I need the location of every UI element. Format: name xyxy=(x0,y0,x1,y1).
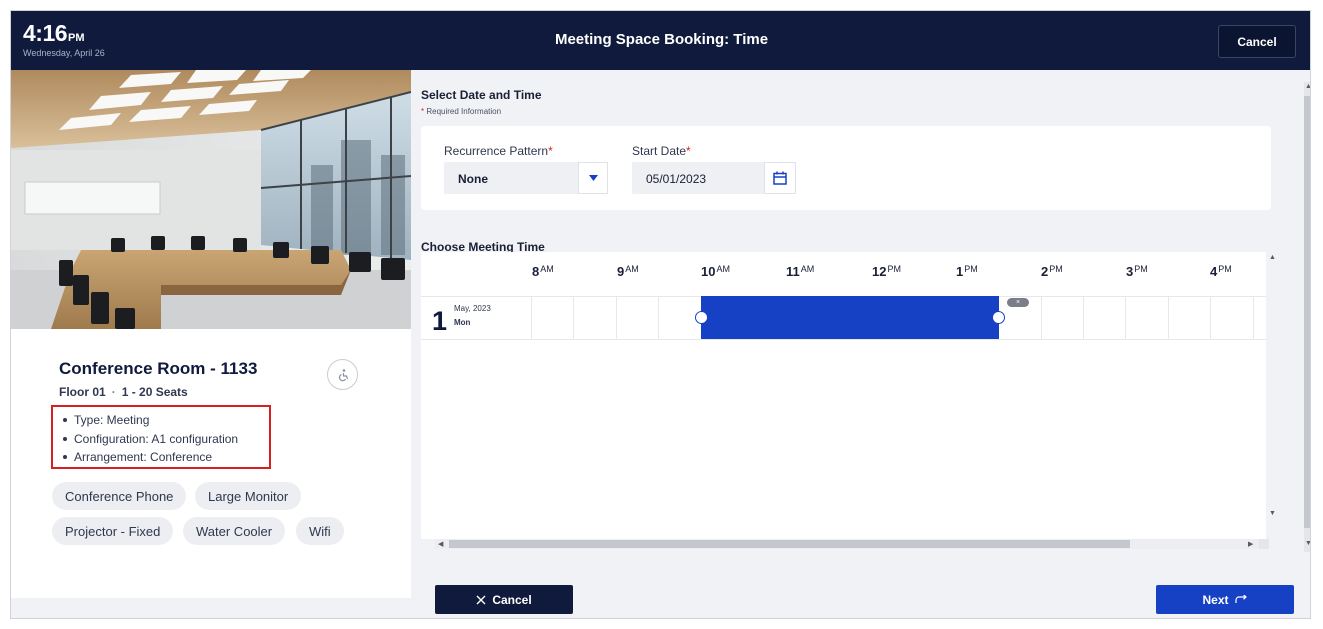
required-note: * Required Information xyxy=(421,107,502,116)
caret-down-icon xyxy=(588,175,598,181)
room-arrangement: Arrangement: Conference xyxy=(61,448,269,467)
room-floor: Floor 01 xyxy=(59,385,106,399)
selected-time-block[interactable] xyxy=(701,296,999,339)
scroll-up-arrow-icon[interactable]: ▲ xyxy=(1269,254,1276,261)
time-slot[interactable] xyxy=(1125,296,1168,339)
page-scroll-up-icon[interactable]: ▲ xyxy=(1305,83,1310,90)
time-slot[interactable] xyxy=(1210,296,1253,339)
top-bar: 4:16PM Wednesday, April 26 Meeting Space… xyxy=(11,11,1310,70)
room-type: Type: Meeting xyxy=(61,411,269,430)
amenity-chip: Projector - Fixed xyxy=(52,517,174,545)
room-seats: 1 - 20 Seats xyxy=(121,385,188,399)
time-slot[interactable] xyxy=(1168,296,1210,339)
amenity-chip: Wifi xyxy=(296,517,344,545)
select-date-time-title: Select Date and Time xyxy=(421,88,542,102)
time-slot[interactable] xyxy=(531,296,573,339)
time-grid: 8AM 9AM 10AM 11AM 12PM 1PM 2PM 3PM 4PM 1… xyxy=(421,252,1266,539)
close-icon xyxy=(476,595,486,604)
recurrence-label: Recurrence Pattern* xyxy=(444,144,553,158)
start-time-handle[interactable] xyxy=(695,311,708,324)
time-slot[interactable] xyxy=(1253,296,1266,339)
day-weekday: Mon xyxy=(454,318,471,327)
scroll-down-arrow-icon[interactable]: ▼ xyxy=(1269,510,1276,517)
room-photo xyxy=(11,70,411,329)
recurrence-select[interactable]: None xyxy=(444,162,608,194)
hour-label: 8AM xyxy=(532,264,554,279)
next-button[interactable]: Next xyxy=(1156,585,1294,614)
next-label: Next xyxy=(1202,592,1229,607)
start-date-field[interactable]: 05/01/2023 xyxy=(632,162,796,194)
time-slot[interactable] xyxy=(1041,296,1083,339)
room-floor-seats: Floor 01 · 1 - 20 Seats xyxy=(59,385,188,399)
start-date-value: 05/01/2023 xyxy=(646,172,707,186)
date-filter-card: Recurrence Pattern* None Start Date* 05/… xyxy=(421,126,1271,210)
amenity-chip: Water Cooler xyxy=(183,517,286,545)
calendar-icon xyxy=(773,171,787,185)
day-month-year: May, 2023 xyxy=(454,304,491,313)
page-vertical-scrollbar[interactable]: ▲ ▼ xyxy=(1304,82,1310,552)
time-slot[interactable] xyxy=(1083,296,1125,339)
end-time-handle[interactable] xyxy=(992,311,1005,324)
hour-label: 2PM xyxy=(1041,264,1063,279)
page-title: Meeting Space Booking: Time xyxy=(554,31,769,48)
hour-label: 9AM xyxy=(617,264,639,279)
header-cancel-button[interactable]: Cancel xyxy=(1218,25,1296,58)
return-arrow-icon xyxy=(1234,594,1247,603)
time-grid-vertical-scrollbar[interactable]: ▲ ▼ xyxy=(1267,252,1277,522)
start-date-label: Start Date* xyxy=(632,144,691,158)
time-grid-horizontal-scrollbar[interactable]: ◀ ▶ xyxy=(435,539,1259,549)
hour-label: 11AM xyxy=(786,264,815,279)
time-slot[interactable] xyxy=(616,296,658,339)
calendar-button[interactable] xyxy=(764,162,796,194)
scrollbar-corner xyxy=(1259,539,1269,549)
separator-dot: · xyxy=(111,385,116,399)
cancel-label: Cancel xyxy=(492,592,532,607)
room-configuration: Configuration: A1 configuration xyxy=(61,430,269,449)
day-number: 1 xyxy=(432,306,448,336)
hour-label: 12PM xyxy=(872,264,901,279)
hour-label: 4PM xyxy=(1210,264,1232,279)
recurrence-value: None xyxy=(458,172,488,186)
hour-label: 3PM xyxy=(1126,264,1148,279)
app-frame: 4:16PM Wednesday, April 26 Meeting Space… xyxy=(10,10,1311,619)
room-details-list: Type: Meeting Configuration: A1 configur… xyxy=(51,405,271,469)
recurrence-dropdown-button[interactable] xyxy=(578,162,608,194)
time-slot[interactable] xyxy=(573,296,616,339)
page-scroll-down-icon[interactable]: ▼ xyxy=(1305,540,1310,547)
amenity-chip: Large Monitor xyxy=(195,482,302,510)
room-name: Conference Room - 1133 xyxy=(59,359,258,378)
scroll-left-arrow-icon[interactable]: ◀ xyxy=(438,540,443,548)
hour-label: 1PM xyxy=(956,264,978,279)
room-details-panel: Conference Room - 1133 Floor 01 · 1 - 20 S… xyxy=(11,70,411,598)
booking-main-panel: Select Date and Time * Required Informat… xyxy=(411,70,1310,618)
horizontal-scroll-thumb[interactable] xyxy=(449,540,1130,548)
accessibility-icon xyxy=(338,368,348,381)
hour-label: 10AM xyxy=(701,264,730,279)
scroll-right-arrow-icon[interactable]: ▶ xyxy=(1248,540,1253,548)
grid-line xyxy=(421,339,1266,340)
remove-booking-button[interactable]: × xyxy=(1007,298,1029,307)
clock-date: Wednesday, April 26 xyxy=(23,48,105,58)
page-scroll-thumb[interactable] xyxy=(1304,96,1310,528)
accessibility-button[interactable] xyxy=(327,359,358,390)
cancel-button[interactable]: Cancel xyxy=(435,585,573,614)
amenity-chip: Conference Phone xyxy=(52,482,187,510)
